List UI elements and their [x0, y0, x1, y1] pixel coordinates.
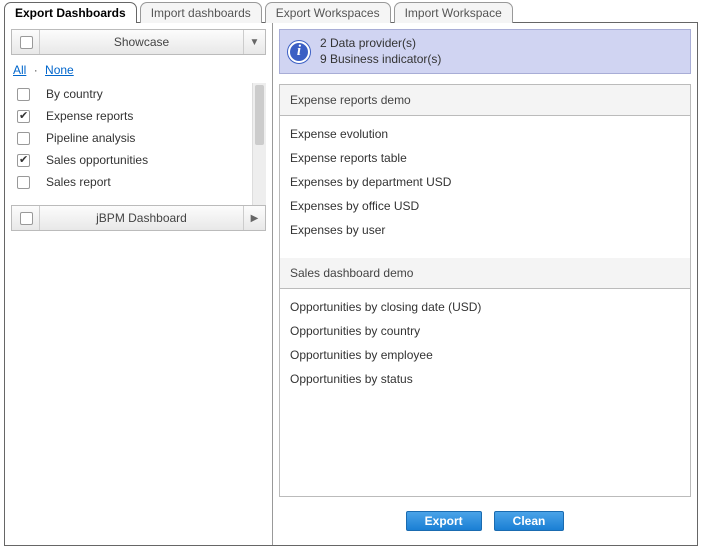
tab-export-workspaces[interactable]: Export Workspaces [265, 2, 391, 23]
item-label: By country [46, 87, 103, 101]
tab-bar: Export Dashboards Import dashboards Expo… [0, 0, 702, 22]
jbpm-header-check[interactable] [12, 206, 40, 230]
spacer [280, 407, 690, 496]
chevron-right-icon: ▶ [251, 213, 259, 224]
summary-box: Expense reports demo Expense evolution E… [279, 84, 691, 497]
item-checkbox[interactable] [17, 88, 30, 101]
item-checkbox[interactable] [17, 176, 30, 189]
info-line-indicators: 9 Business indicator(s) [320, 52, 441, 68]
group-row: Expenses by department USD [290, 170, 680, 194]
jbpm-header: jBPM Dashboard ▶ [11, 205, 266, 231]
list-item[interactable]: Sales opportunities [11, 149, 266, 171]
group-row: Expense evolution [290, 122, 680, 146]
item-label: Sales report [46, 175, 111, 189]
group-row: Opportunities by status [290, 367, 680, 391]
list-item[interactable]: By country [11, 83, 266, 105]
info-bar: i 2 Data provider(s) 9 Business indicato… [279, 29, 691, 74]
showcase-header-check[interactable] [12, 30, 40, 54]
group-row: Expenses by office USD [290, 194, 680, 218]
group-row: Opportunities by employee [290, 343, 680, 367]
list-item[interactable]: Sales report [11, 171, 266, 193]
chevron-down-icon: ▼ [250, 37, 260, 48]
left-pane: Showcase ▼ All · None By country Expense… [5, 23, 273, 545]
tab-import-workspace[interactable]: Import Workspace [394, 2, 513, 23]
export-button[interactable]: Export [406, 511, 482, 531]
showcase-list: By country Expense reports Pipeline anal… [11, 83, 266, 205]
group-body: Expense evolution Expense reports table … [280, 116, 690, 258]
info-icon: i [288, 41, 310, 63]
group-row: Expense reports table [290, 146, 680, 170]
item-label: Pipeline analysis [46, 131, 135, 145]
item-label: Sales opportunities [46, 153, 148, 167]
showcase-collapse-toggle[interactable]: ▼ [243, 30, 265, 54]
group-row: Opportunities by country [290, 319, 680, 343]
select-links: All · None [11, 57, 266, 83]
tab-export-dashboards[interactable]: Export Dashboards [4, 2, 137, 23]
info-text: 2 Data provider(s) 9 Business indicator(… [320, 36, 441, 67]
group-header: Expense reports demo [280, 85, 690, 116]
tab-panel: Showcase ▼ All · None By country Expense… [4, 22, 698, 546]
jbpm-title: jBPM Dashboard [40, 211, 243, 225]
jbpm-select-all-checkbox[interactable] [20, 212, 33, 225]
group-header: Sales dashboard demo [280, 258, 690, 289]
item-checkbox[interactable] [17, 132, 30, 145]
showcase-header: Showcase ▼ [11, 29, 266, 55]
item-checkbox[interactable] [17, 154, 30, 167]
scrollbar[interactable] [252, 83, 266, 205]
button-row: Export Clean [279, 497, 691, 539]
select-none-link[interactable]: None [45, 63, 74, 77]
link-separator: · [34, 63, 38, 77]
right-pane: i 2 Data provider(s) 9 Business indicato… [273, 23, 697, 545]
group-row: Expenses by user [290, 218, 680, 242]
showcase-select-all-checkbox[interactable] [20, 36, 33, 49]
group-body: Opportunities by closing date (USD) Oppo… [280, 289, 690, 407]
clean-button[interactable]: Clean [494, 511, 565, 531]
tab-import-dashboards[interactable]: Import dashboards [140, 2, 262, 23]
item-checkbox[interactable] [17, 110, 30, 123]
info-line-providers: 2 Data provider(s) [320, 36, 441, 52]
select-all-link[interactable]: All [13, 63, 26, 77]
jbpm-expand-toggle[interactable]: ▶ [243, 206, 265, 230]
item-label: Expense reports [46, 109, 133, 123]
scrollbar-thumb[interactable] [255, 85, 264, 145]
group-row: Opportunities by closing date (USD) [290, 295, 680, 319]
list-item[interactable]: Expense reports [11, 105, 266, 127]
list-item[interactable]: Pipeline analysis [11, 127, 266, 149]
showcase-title: Showcase [40, 35, 243, 49]
